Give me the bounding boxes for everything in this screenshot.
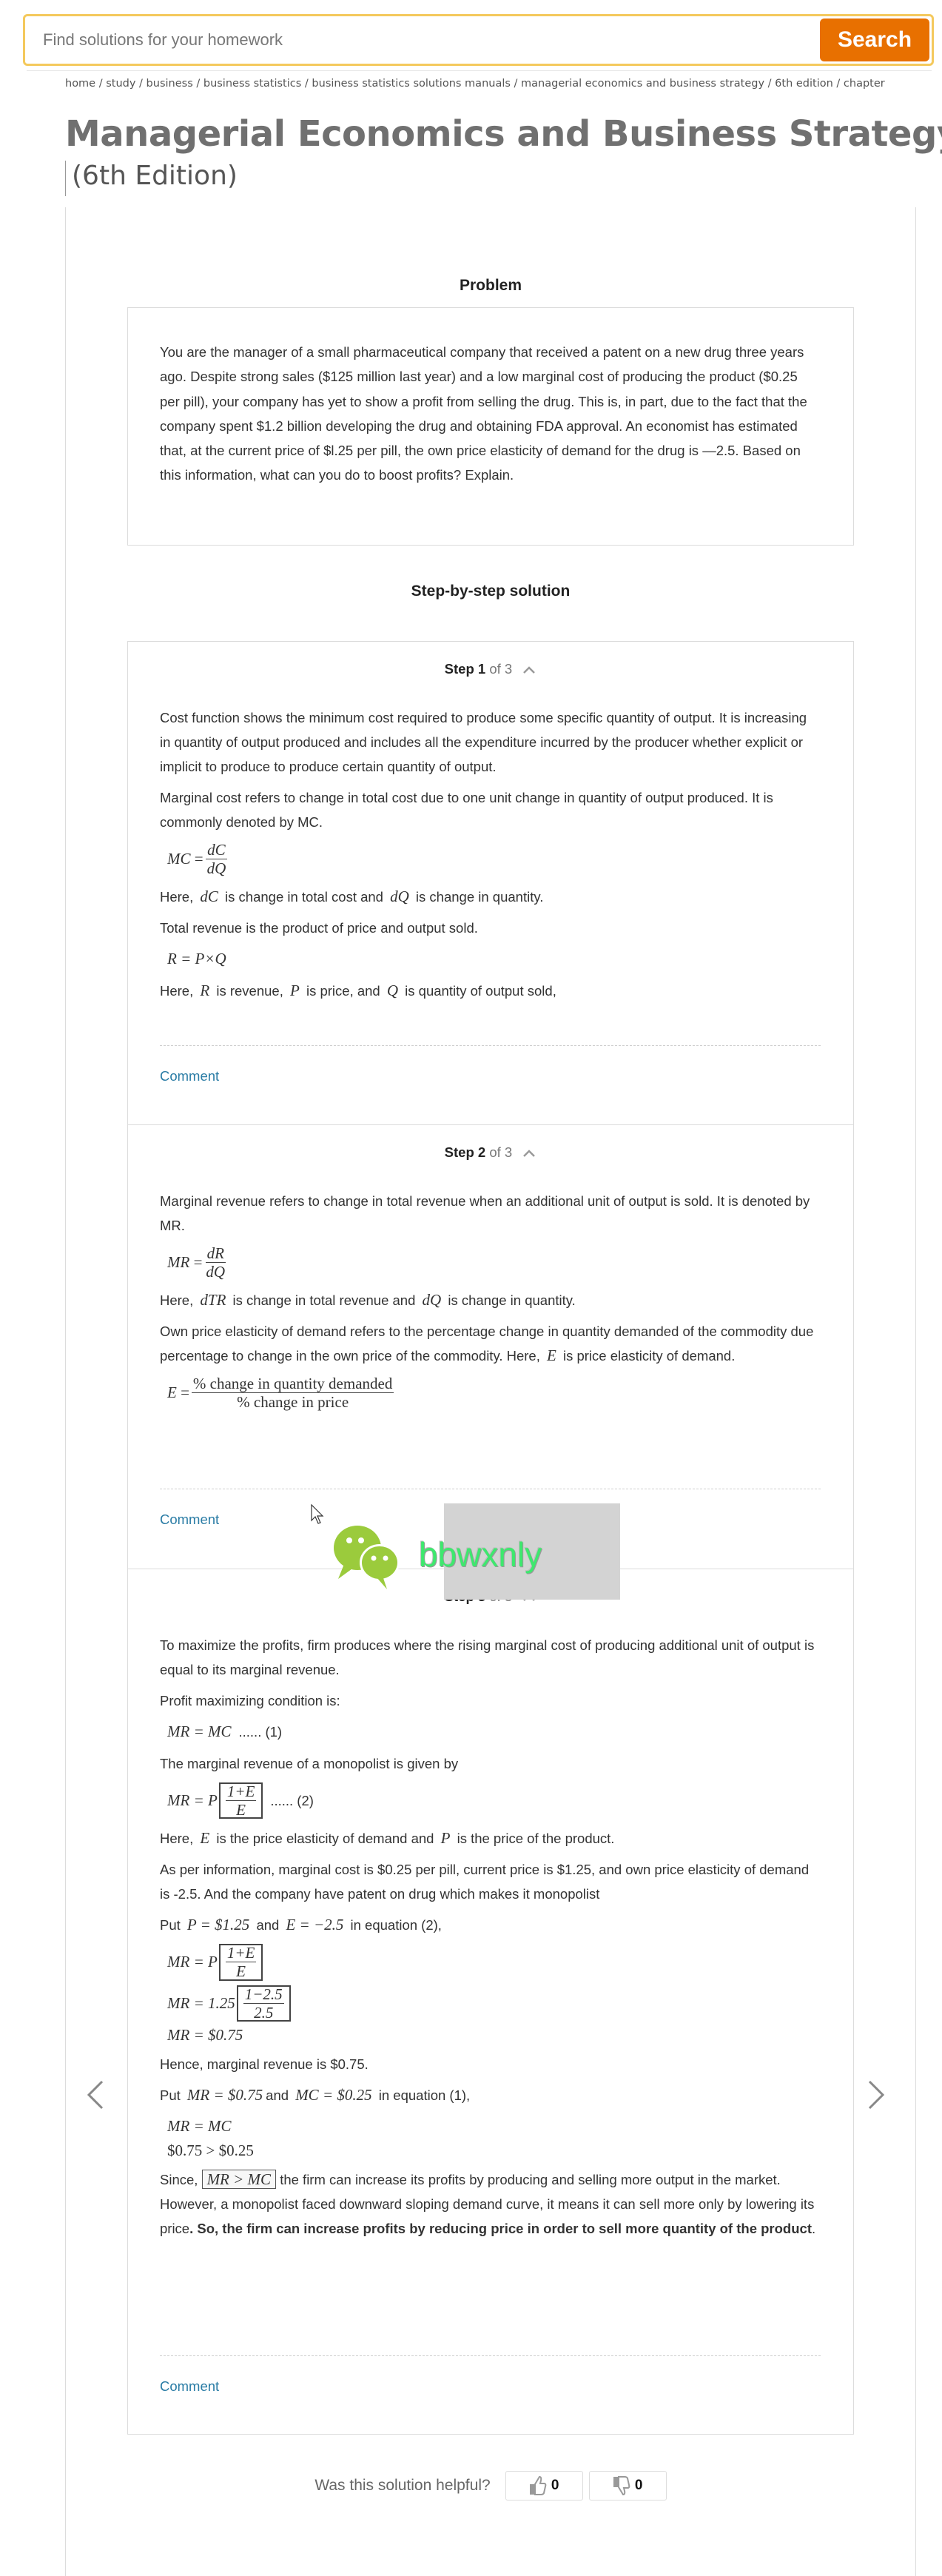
step-body: Marginal revenue refers to change in tot… — [160, 1189, 821, 1419]
step-header: Step 2 of 3 — [128, 1144, 853, 1161]
breadcrumb-book[interactable]: managerial economics and business strate… — [521, 78, 764, 90]
thumbs-down-icon — [613, 2476, 630, 2496]
comment-link[interactable]: Comment — [160, 2378, 219, 2395]
step-of: of 3 — [489, 1144, 513, 1160]
paragraph: Here, E is the price elasticity of deman… — [160, 1829, 615, 1848]
search-underline — [27, 67, 932, 71]
step-of: of 3 — [489, 661, 513, 677]
equation-2: MR = P 1+E E ...... (2) — [167, 1782, 314, 1819]
equation-7: $0.75 > $0.25 — [167, 2141, 254, 2159]
mouse-cursor-icon — [311, 1504, 324, 1524]
step-header: Step 1 of 3 — [128, 661, 853, 677]
paragraph: The marginal revenue of a monopolist is … — [160, 1756, 459, 1771]
boxed-result: MR > MC — [201, 2169, 277, 2189]
paragraph: As per information, marginal cost is $0.… — [160, 1862, 810, 1902]
upvote-count: 0 — [551, 2478, 559, 2493]
paragraph: Marginal revenue refers to change in tot… — [160, 1193, 810, 1233]
breadcrumb-business[interactable]: business — [147, 78, 193, 90]
step-word: Step 2 — [444, 1144, 486, 1160]
breadcrumb-study[interactable]: study — [106, 78, 135, 90]
chevron-up-icon[interactable] — [522, 665, 536, 675]
equation-6: MR = MC — [167, 2116, 232, 2135]
breadcrumb: home / study / business / business stati… — [65, 78, 885, 90]
paragraph: Cost function shows the minimum cost req… — [160, 710, 807, 774]
equation-elasticity: E = % change in quantity demanded% chang… — [167, 1375, 394, 1412]
search-input[interactable] — [25, 16, 810, 64]
equation-mr: MR = dR dQ — [167, 1244, 226, 1281]
search-bar: Search — [23, 14, 934, 66]
problem-heading: Problem — [459, 277, 522, 294]
step-2: Step 2 of 3 Marginal revenue refers to c… — [128, 1125, 853, 1569]
equation-1: MR = MC...... (1) — [167, 1723, 283, 1740]
watermark-overlay: bbwxnly — [298, 1503, 620, 1600]
equation-mc: MC = dC dQ — [167, 841, 227, 878]
comment-link[interactable]: Comment — [160, 1068, 219, 1084]
chevron-left-icon — [87, 2080, 104, 2110]
thumbs-up-icon — [529, 2475, 547, 2495]
chat-bubbles-icon — [334, 1526, 400, 1589]
paragraph: Here, dTR is change in total revenue and… — [160, 1291, 576, 1309]
equation-3: MR = P 1+E E — [160, 1944, 821, 1981]
edition-subtitle: (6th Edition) — [65, 161, 238, 196]
step-footer: Comment — [160, 1045, 821, 1084]
paragraph: Here, R is revenue, P is price, and Q is… — [160, 982, 556, 1000]
chevron-up-icon[interactable] — [522, 1148, 536, 1158]
downvote-count: 0 — [634, 2478, 643, 2493]
paragraph: Total revenue is the product of price an… — [160, 920, 478, 936]
breadcrumb-solutions-manuals[interactable]: business statistics solutions manuals — [312, 78, 511, 90]
step-3: Step 3 of 3 To maximize the profits, fir… — [128, 1569, 853, 2435]
paragraph: Hence, marginal revenue is $0.75. — [160, 2056, 369, 2072]
step-body: Cost function shows the minimum cost req… — [160, 705, 821, 1010]
chevron-right-icon — [868, 2080, 885, 2110]
problem-box: You are the manager of a small pharmaceu… — [127, 307, 854, 546]
step-1: Step 1 of 3 Cost function shows the mini… — [128, 642, 853, 1125]
breadcrumb-edition[interactable]: 6th edition — [775, 78, 833, 90]
paragraph: Own price elasticity of demand refers to… — [160, 1324, 814, 1365]
paragraph: Marginal cost refers to change in total … — [160, 790, 773, 830]
conclusion-paragraph: Since, MR > MC the firm can increase its… — [160, 2169, 816, 2236]
next-arrow[interactable] — [862, 2073, 892, 2117]
thumbs-down-button[interactable]: 0 — [588, 2471, 667, 2500]
problem-text: You are the manager of a small pharmaceu… — [160, 344, 807, 483]
paragraph: To maximize the profits, firm produces w… — [160, 1637, 815, 1677]
equation-5: MR = $0.75 — [167, 2025, 243, 2044]
comment-link[interactable]: Comment — [160, 1512, 219, 1528]
solution-heading: Step-by-step solution — [411, 583, 571, 600]
step-footer: Comment — [160, 2355, 821, 2394]
breadcrumb-home[interactable]: home — [65, 78, 95, 90]
thumbs-up-button[interactable]: 0 — [505, 2471, 583, 2500]
feedback-question: Was this solution helpful? — [314, 2477, 491, 2494]
equation-4: MR = 1.25 1−2.5 2.5 — [160, 1985, 821, 2022]
paragraph: Put MR = $0.75 and MC = $0.25 in equation… — [160, 2085, 471, 2104]
paragraph: Put P = $1.25 and E = −2.5 in equation (… — [160, 1916, 442, 1934]
breadcrumb-business-statistics[interactable]: business statistics — [203, 78, 301, 90]
search-button[interactable]: Search — [820, 19, 929, 61]
previous-arrow[interactable] — [80, 2073, 110, 2117]
paragraph: Here, dC is change in total cost and dQ … — [160, 888, 544, 906]
step-word: Step 1 — [444, 661, 486, 677]
breadcrumb-chapter[interactable]: chapter — [844, 78, 885, 90]
step-body: To maximize the profits, firm produces w… — [160, 1633, 821, 2247]
feedback-bar: Was this solution helpful? 0 0 — [65, 2471, 916, 2500]
paragraph: Profit maximizing condition is: — [160, 1693, 340, 1708]
equation-revenue: R = P×Q — [167, 950, 226, 968]
page-title: Managerial Economics and Business Strate… — [65, 113, 942, 155]
watermark-text: bbwxnly — [419, 1535, 542, 1574]
